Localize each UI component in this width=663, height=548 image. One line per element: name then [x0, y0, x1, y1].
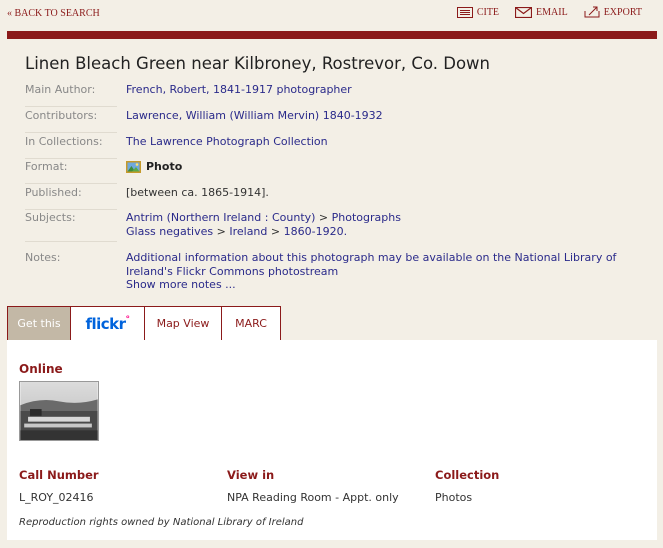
email-icon	[515, 6, 533, 18]
back-to-search-link[interactable]: « BACK TO SEARCH	[7, 8, 100, 19]
collection-heading: Collection	[435, 468, 500, 482]
export-icon	[584, 6, 600, 18]
subject-link[interactable]: Ireland	[229, 225, 267, 238]
format-label: Format:	[25, 160, 117, 184]
show-more-notes-link[interactable]: Show more notes ...	[126, 278, 658, 292]
collection-value: Photos	[435, 491, 473, 504]
record-tabs: Get this flickr° Map View MARC	[7, 306, 281, 348]
subject-link[interactable]: 1860-1920.	[284, 225, 347, 238]
subject-link[interactable]: Antrim (Northern Ireland : County)	[126, 211, 315, 224]
photo-thumbnail[interactable]	[19, 381, 99, 441]
subject-separator: >	[315, 211, 332, 224]
notes-value: Additional information about this photog…	[126, 251, 658, 292]
tab-get-this[interactable]: Get this	[7, 306, 71, 348]
view-in-value: NPA Reading Room - Appt. only	[227, 491, 399, 504]
subjects-value: Antrim (Northern Ireland : County) > Pho…	[126, 211, 658, 238]
published-label: Published:	[25, 186, 117, 210]
view-in-heading: View in	[227, 468, 275, 482]
export-label: EXPORT	[603, 6, 642, 18]
main-author-link[interactable]: French, Robert, 1841-1917 photographer	[126, 83, 658, 97]
subject-line: Glass negatives > Ireland > 1860-1920.	[126, 225, 658, 239]
main-author-label: Main Author:	[25, 83, 117, 107]
format-text: Photo	[146, 160, 183, 173]
contributors-link[interactable]: Lawrence, William (William Mervin) 1840-…	[126, 109, 658, 123]
record-details: Linen Bleach Green near Kilbroney, Rostr…	[7, 39, 657, 307]
tab-marc[interactable]: MARC	[221, 306, 281, 340]
format-value: Photo	[126, 160, 658, 174]
record-title: Linen Bleach Green near Kilbroney, Rostr…	[25, 54, 490, 73]
email-button[interactable]: EMAIL	[515, 6, 568, 18]
notes-text[interactable]: Additional information about this photog…	[126, 251, 658, 278]
collection-link[interactable]: The Lawrence Photograph Collection	[126, 135, 658, 149]
flickr-dot: °	[125, 314, 131, 325]
flickr-logo: flickr°	[85, 314, 131, 333]
cite-button[interactable]: CITE	[456, 6, 500, 18]
subject-separator: >	[213, 224, 230, 238]
email-label: EMAIL	[536, 6, 568, 18]
subject-link[interactable]: Photographs	[332, 211, 401, 224]
reproduction-rights-note: Reproduction rights owned by National Li…	[19, 517, 304, 528]
tab-map-view-label: Map View	[156, 317, 210, 330]
cite-label: CITE	[476, 6, 500, 18]
notes-label: Notes:	[25, 251, 61, 264]
subjects-label: Subjects:	[25, 211, 117, 242]
subject-line: Antrim (Northern Ireland : County) > Pho…	[126, 211, 658, 225]
record-actions: CITE EMAIL EXPORT	[456, 6, 642, 18]
subject-separator: >	[267, 224, 284, 238]
collections-label: In Collections:	[25, 135, 117, 159]
subject-link[interactable]: Glass negatives	[126, 225, 213, 238]
tab-marc-label: MARC	[235, 317, 267, 330]
top-bar: « BACK TO SEARCH CITE EMAIL EXPORT	[0, 0, 663, 30]
header-divider	[7, 31, 657, 39]
call-number-value: L_ROY_02416	[19, 491, 94, 504]
contributors-label: Contributors:	[25, 109, 117, 133]
tab-get-this-label: Get this	[17, 317, 61, 330]
call-number-heading: Call Number	[19, 468, 99, 482]
get-this-panel: Online Call Number View in Collection L_…	[7, 340, 657, 540]
export-button[interactable]: EXPORT	[584, 6, 642, 18]
photo-icon	[126, 160, 141, 173]
online-heading: Online	[19, 362, 63, 376]
tab-flickr[interactable]: flickr°	[70, 306, 145, 340]
published-value: [between ca. 1865-1914].	[126, 186, 269, 199]
cite-icon	[456, 6, 473, 18]
tab-map-view[interactable]: Map View	[144, 306, 222, 340]
